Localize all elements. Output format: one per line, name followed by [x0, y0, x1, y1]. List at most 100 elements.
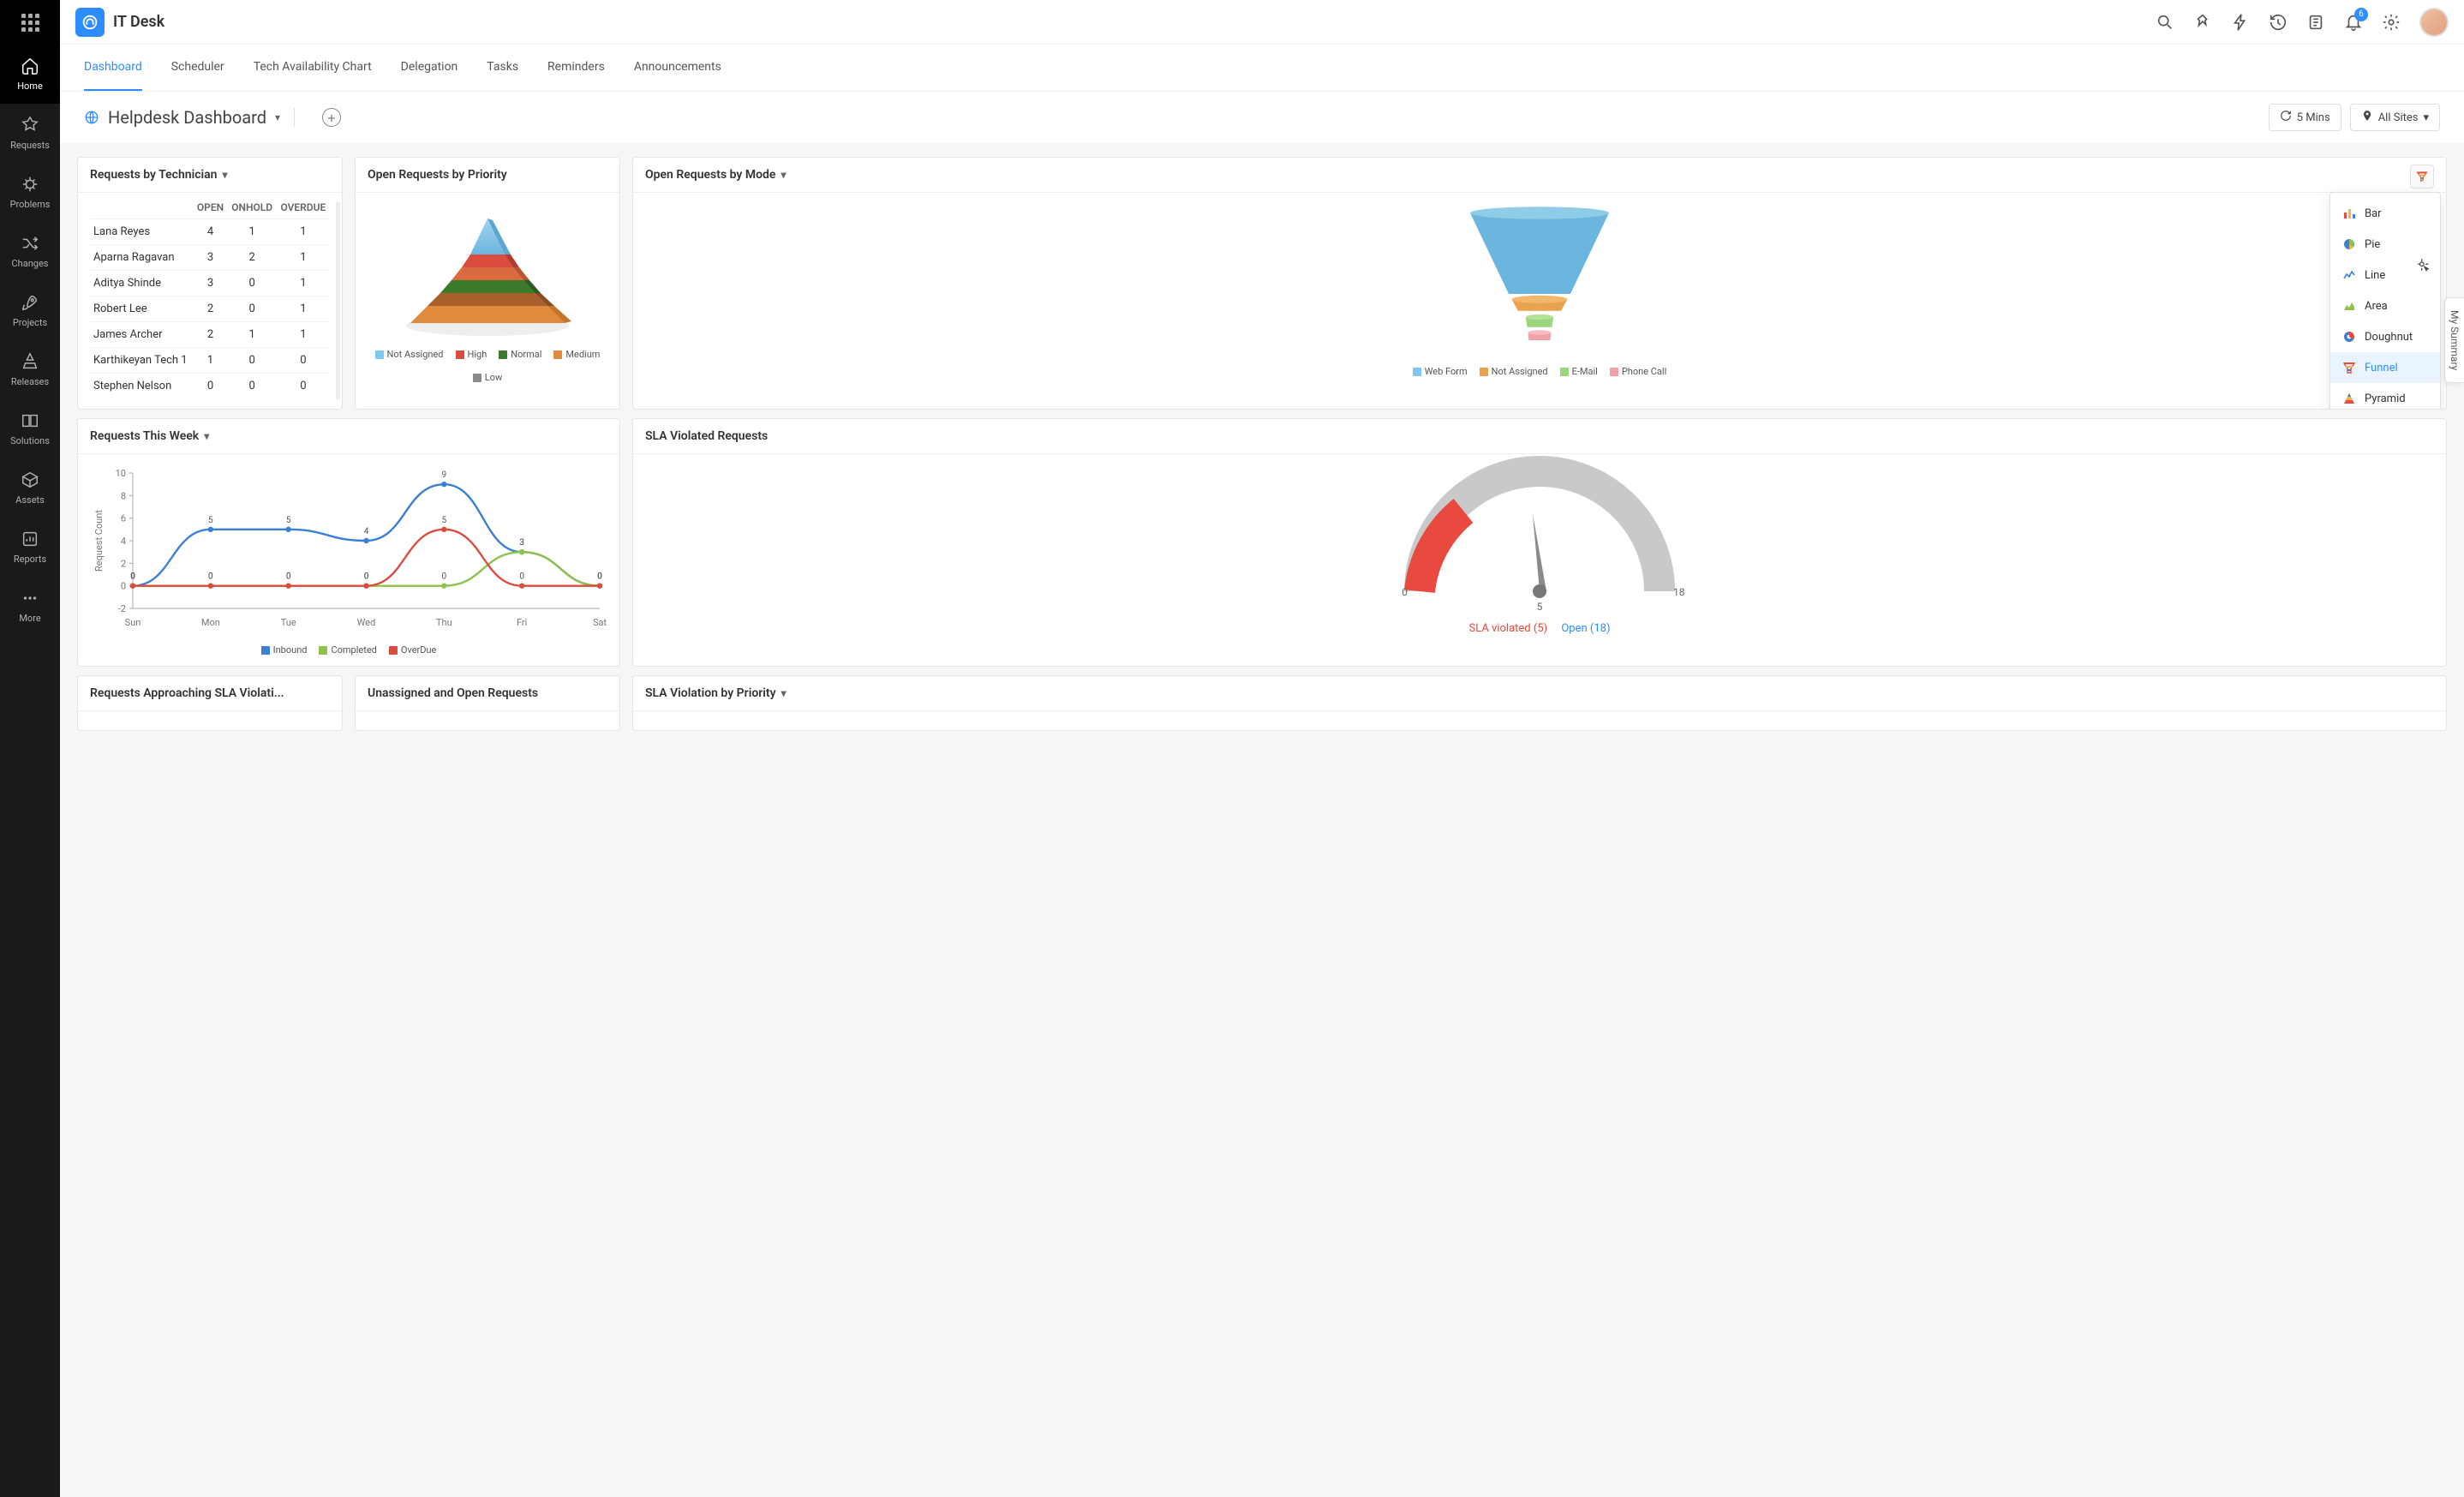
sidebar-item-label: Home	[17, 81, 43, 92]
tab-delegation[interactable]: Delegation	[401, 45, 458, 91]
chevron-down-icon[interactable]: ▾	[275, 111, 280, 123]
table-row[interactable]: Aditya Shinde301	[90, 271, 330, 296]
svg-text:0: 0	[130, 572, 135, 582]
dashboard-header: Helpdesk Dashboard ▾ + 5 Mins All Sites …	[60, 92, 2464, 143]
sidebar-item-assets[interactable]: Assets	[0, 458, 60, 518]
tab-reminders[interactable]: Reminders	[547, 45, 605, 91]
sidebar-item-label: More	[19, 613, 40, 624]
avatar[interactable]	[2419, 8, 2449, 37]
chevron-down-icon[interactable]: ▾	[781, 687, 786, 699]
chart-type-button[interactable]	[2410, 165, 2434, 189]
legend-item: Web Form	[1413, 366, 1468, 377]
bolt-icon[interactable]	[2231, 13, 2250, 32]
svg-text:Sat: Sat	[593, 617, 607, 628]
table-row[interactable]: Lana Reyes411	[90, 219, 330, 245]
card-title: Requests Approaching SLA Violati...	[90, 686, 284, 700]
funnel-chart-icon	[2342, 361, 2356, 374]
card-approaching-sla: Requests Approaching SLA Violati...	[77, 675, 343, 731]
sidebar-item-home[interactable]: Home	[0, 45, 60, 104]
svg-text:6: 6	[121, 513, 126, 524]
svg-text:0: 0	[442, 572, 447, 582]
chevron-down-icon: ▾	[2423, 111, 2429, 124]
notepad-icon[interactable]	[2306, 13, 2325, 32]
sidebar-item-requests[interactable]: Requests	[0, 104, 60, 163]
dashboard-grid: Requests by Technician▾ OPEN ONHOLD OVER…	[60, 143, 2464, 1497]
search-icon[interactable]	[2156, 13, 2174, 32]
apps-grid-icon	[21, 14, 39, 32]
chevron-down-icon[interactable]: ▾	[204, 430, 209, 442]
sidebar-item-solutions[interactable]: Solutions	[0, 399, 60, 458]
legend: InboundCompletedOverDue	[90, 644, 607, 656]
sidebar-item-changes[interactable]: Changes	[0, 222, 60, 281]
refresh-value: 5 Mins	[2297, 111, 2330, 124]
tab-announcements[interactable]: Announcements	[634, 45, 721, 91]
svg-text:Thu: Thu	[436, 617, 452, 628]
gear-icon[interactable]	[2382, 13, 2401, 32]
legend-item: Inbound	[261, 644, 308, 656]
tab-tasks[interactable]: Tasks	[487, 45, 518, 91]
dashboard-title: Helpdesk Dashboard	[108, 107, 266, 128]
refresh-interval-pill[interactable]: 5 Mins	[2269, 104, 2341, 131]
legend-item: Phone Call	[1610, 366, 1666, 377]
chart-type-doughnut[interactable]: Doughnut	[2330, 321, 2440, 352]
apps-launcher[interactable]	[0, 0, 60, 45]
sidebar-item-label: Problems	[10, 199, 51, 210]
table-row[interactable]: James Archer211	[90, 322, 330, 348]
card-sla-violated: SLA Violated Requests 0 18 5	[632, 418, 2447, 667]
refresh-icon	[2280, 110, 2292, 125]
tab-scheduler[interactable]: Scheduler	[171, 45, 224, 91]
bell-icon[interactable]: 6	[2344, 13, 2363, 32]
tab-tech-availability[interactable]: Tech Availability Chart	[254, 45, 372, 91]
svg-text:0: 0	[121, 581, 126, 592]
chart-type-bar[interactable]: Bar	[2330, 198, 2440, 229]
card-title: Open Requests by Priority	[368, 168, 507, 182]
rocket-icon	[21, 293, 39, 312]
table-row[interactable]: Karthikeyan Tech 1100	[90, 348, 330, 374]
globe-icon	[84, 110, 99, 125]
svg-text:Sun: Sun	[125, 617, 141, 628]
chevron-down-icon[interactable]: ▾	[223, 169, 228, 181]
svg-text:8: 8	[121, 490, 126, 501]
tab-dashboard[interactable]: Dashboard	[84, 45, 142, 91]
svg-text:0: 0	[519, 572, 524, 582]
table-row[interactable]: Robert Lee201	[90, 296, 330, 322]
my-summary-tab[interactable]: My Summary	[2444, 297, 2464, 383]
pyramid-chart-icon	[2342, 392, 2356, 405]
chevron-down-icon[interactable]: ▾	[780, 169, 786, 181]
chart-type-area[interactable]: Area	[2330, 290, 2440, 321]
svg-text:5: 5	[286, 516, 291, 525]
sidebar-item-projects[interactable]: Projects	[0, 281, 60, 340]
table-row[interactable]: Stephen Nelson000	[90, 374, 330, 399]
table-row[interactable]: Aparna Ragavan321	[90, 245, 330, 271]
sidebar-item-label: Reports	[14, 554, 46, 565]
scrollbar[interactable]	[336, 201, 340, 400]
sidebar: Home Requests Problems Changes Projects …	[0, 0, 60, 1497]
svg-text:4: 4	[121, 536, 126, 547]
svg-text:Fri: Fri	[517, 617, 527, 628]
home-icon	[21, 57, 39, 75]
svg-text:Tue: Tue	[281, 617, 296, 628]
chart-type-pyramid[interactable]: Pyramid	[2330, 383, 2440, 410]
add-dashboard-button[interactable]: +	[322, 108, 341, 127]
doughnut-chart-icon	[2342, 330, 2356, 344]
app-logo[interactable]	[75, 8, 105, 37]
box-icon	[21, 470, 39, 489]
sidebar-item-label: Requests	[10, 140, 50, 151]
sidebar-item-more[interactable]: More	[0, 577, 60, 636]
legend-item: Not Assigned	[1480, 366, 1548, 377]
chart-type-funnel[interactable]: Funnel	[2330, 352, 2440, 383]
sidebar-item-problems[interactable]: Problems	[0, 163, 60, 222]
history-icon[interactable]	[2269, 13, 2288, 32]
sidebar-item-reports[interactable]: Reports	[0, 518, 60, 577]
chart-type-pie[interactable]: Pie	[2330, 229, 2440, 260]
chart-type-menu: BarPieLineAreaDoughnutFunnelPyramid	[2329, 192, 2441, 410]
sidebar-item-releases[interactable]: Releases	[0, 340, 60, 399]
bar-chart-icon	[2342, 207, 2356, 220]
svg-text:9: 9	[442, 470, 447, 480]
site-filter-pill[interactable]: All Sites ▾	[2350, 104, 2440, 131]
legend-item: High	[456, 349, 487, 360]
pin-icon[interactable]	[2193, 13, 2212, 32]
gauge-chart: 0 18 5	[1385, 463, 1694, 617]
legend-item: Not Assigned	[375, 349, 444, 360]
svg-text:3: 3	[519, 538, 524, 548]
